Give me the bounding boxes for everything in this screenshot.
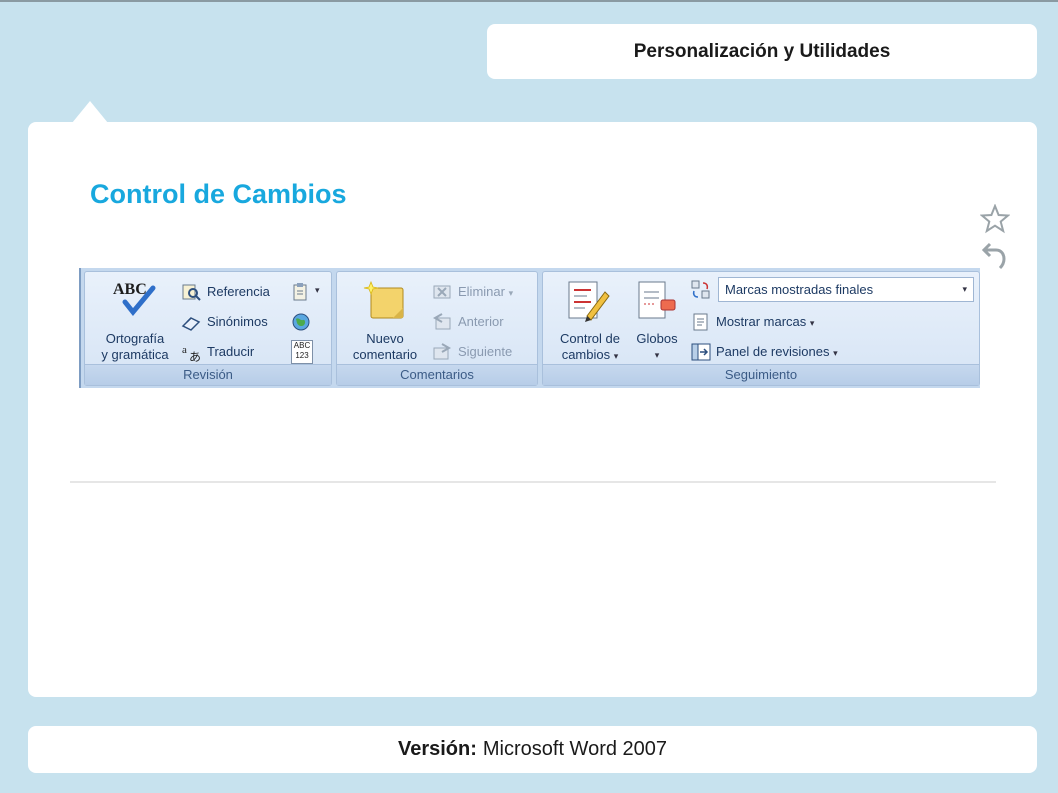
abc-glyph: ABC	[113, 281, 147, 298]
reviewing-pane-icon	[691, 343, 711, 361]
delete-comment-button[interactable]: Eliminar ▾	[458, 284, 513, 301]
card-notch	[72, 101, 108, 123]
show-markup-button[interactable]: Mostrar marcas ▾	[716, 314, 814, 331]
reviewing-pane-button[interactable]: Panel de revisiones ▾	[716, 344, 838, 361]
clipboard-options-caret[interactable]: ▾	[315, 285, 320, 296]
group-label-revision: Revisión	[85, 364, 331, 385]
ribbon: ABC Ortografía y gramática Referencia Si…	[79, 268, 980, 388]
markup-display-caret: ▾	[962, 284, 967, 294]
markup-display-select[interactable]: Marcas mostradas finales ▾	[718, 277, 974, 302]
ribbon-group-comentarios: Nuevo comentario Eliminar ▾ Anterior Sig…	[336, 271, 538, 386]
spelling-line1: Ortografía	[105, 331, 165, 346]
balloons-caret: ▾	[654, 350, 660, 360]
markup-display-value: Marcas mostradas finales	[725, 282, 874, 297]
back-arrow-icon[interactable]	[982, 240, 1008, 270]
ribbon-group-revision: ABC Ortografía y gramática Referencia Si…	[84, 271, 332, 386]
track-changes-button[interactable]: Control de cambios ▾	[545, 331, 635, 364]
group-label-seguimiento: Seguimiento	[543, 364, 979, 385]
new-comment-line1: Nuevo	[366, 331, 404, 346]
ribbon-group-seguimiento: Control de cambios ▾ Globos ▾ Marcas mos…	[542, 271, 980, 386]
track-changes-line2-text: cambios	[561, 347, 611, 362]
track-changes-icon	[568, 281, 610, 322]
content-divider	[70, 481, 996, 483]
synonyms-button[interactable]: Sinónimos	[207, 314, 268, 330]
delete-comment-icon	[433, 285, 451, 299]
show-markup-label: Mostrar marcas	[716, 314, 807, 329]
reviewing-pane-label: Panel de revisiones	[716, 344, 830, 359]
balloons-button[interactable]: Globos ▾	[629, 331, 685, 363]
translate-icon: a あ	[182, 344, 201, 362]
research-icon	[182, 284, 201, 301]
track-changes-caret: ▾	[613, 351, 619, 361]
track-changes-line2: cambios ▾	[545, 347, 635, 364]
spelling-button[interactable]: Ortografía y gramática	[87, 331, 183, 363]
translate-button[interactable]: Traducir	[207, 344, 254, 360]
reviewing-pane-caret: ▾	[833, 348, 838, 358]
next-comment-button[interactable]: Siguiente	[458, 344, 512, 360]
balloons-icon	[638, 281, 676, 319]
svg-text:あ: あ	[189, 350, 201, 362]
previous-comment-button[interactable]: Anterior	[458, 314, 504, 330]
language-globe-icon[interactable]	[291, 312, 311, 332]
page-title: Control de Cambios	[90, 179, 347, 209]
version-label: Versión:	[397, 738, 477, 760]
balloons-label: Globos	[636, 331, 678, 346]
footer-version: Versión: Microsoft Word 2007	[28, 726, 1037, 773]
delete-comment-label: Eliminar	[458, 284, 505, 299]
top-border	[0, 0, 1058, 2]
word-count-line2: 123	[295, 351, 309, 360]
reference-button[interactable]: Referencia	[207, 284, 270, 300]
new-comment-icon	[363, 280, 404, 319]
header-title: Personalización y Utilidades	[487, 24, 1037, 79]
clipboard-options-icon[interactable]	[291, 282, 311, 302]
track-changes-line1: Control de	[560, 331, 620, 346]
previous-comment-icon	[432, 313, 451, 330]
show-markup-icon	[693, 313, 708, 331]
group-label-comentarios: Comentarios	[337, 364, 537, 385]
svg-text:a: a	[182, 344, 187, 356]
show-markup-caret: ▾	[809, 318, 815, 328]
delete-comment-caret: ▾	[508, 288, 514, 298]
spelling-icon: ABC	[113, 281, 156, 316]
word-count-icon[interactable]: ABC 123	[291, 340, 313, 364]
spelling-line2: y gramática	[101, 347, 169, 362]
word-count-line1: ABC	[293, 341, 311, 350]
thesaurus-icon	[181, 317, 201, 331]
next-comment-icon	[433, 343, 452, 360]
new-comment-button[interactable]: Nuevo comentario	[339, 331, 431, 363]
version-value: Microsoft Word 2007	[482, 738, 668, 760]
new-comment-line2: comentario	[352, 347, 418, 362]
star-icon[interactable]	[980, 204, 1010, 234]
display-for-review-icon	[691, 280, 710, 299]
